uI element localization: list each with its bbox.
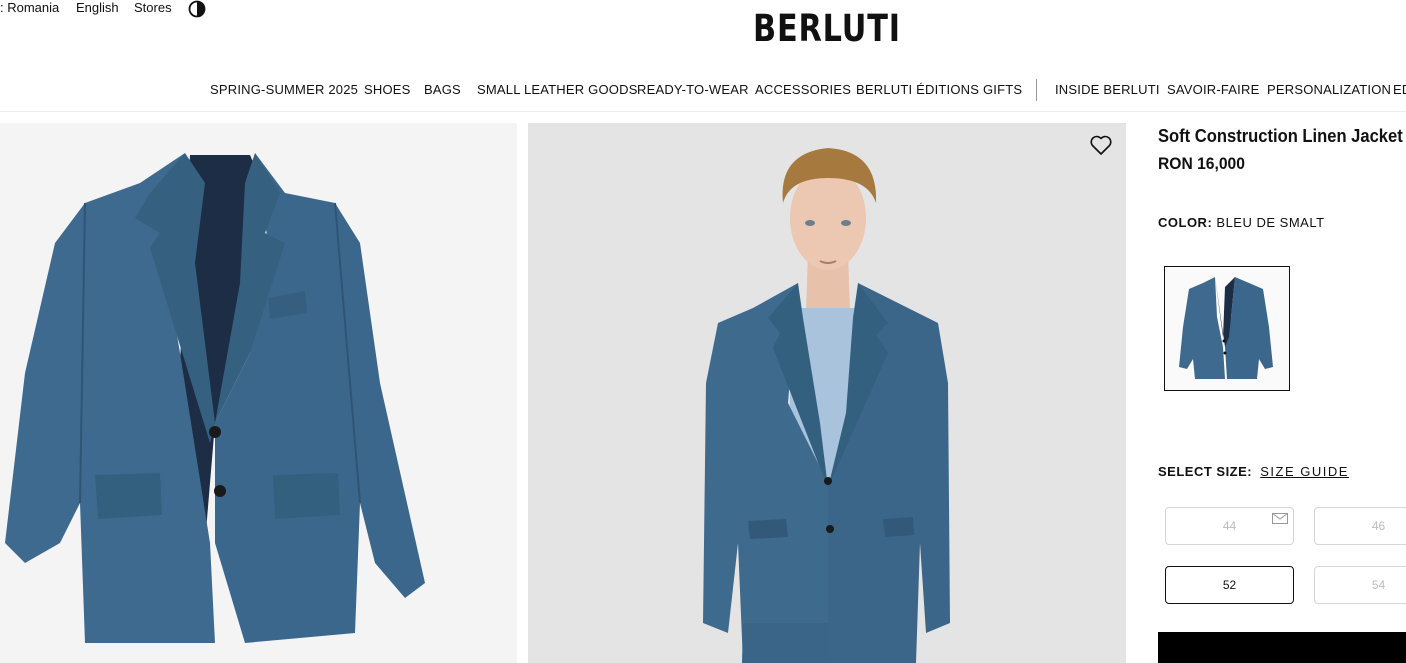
main-nav: SPRING-SUMMER 2025 SHOES BAGS SMALL LEAT… <box>0 79 1406 101</box>
product-image-model[interactable] <box>528 123 1126 663</box>
nav-item-personalization[interactable]: PERSONALIZATION <box>1267 82 1391 97</box>
nav-item-ed[interactable]: ED <box>1393 82 1406 97</box>
contrast-icon[interactable] <box>188 0 206 18</box>
size-value: 52 <box>1222 578 1237 592</box>
size-label: SELECT SIZE: <box>1158 464 1253 479</box>
country-selector[interactable]: : Romania <box>0 0 59 15</box>
size-option-46[interactable]: 46 <box>1314 507 1406 545</box>
header-divider <box>0 111 1406 112</box>
size-option-54[interactable]: 54 <box>1314 566 1406 604</box>
size-option-44[interactable]: 44 <box>1165 507 1294 545</box>
add-to-bag-button[interactable] <box>1158 632 1406 663</box>
nav-item-small-leather-goods[interactable]: SMALL LEATHER GOODS <box>477 82 638 97</box>
size-value: 44 <box>1222 519 1237 533</box>
nav-divider <box>1036 79 1037 101</box>
size-guide-link[interactable]: SIZE GUIDE <box>1260 464 1349 479</box>
product-title: Soft Construction Linen Jacket <box>1158 126 1403 146</box>
size-option-52[interactable]: 52 <box>1165 566 1294 604</box>
nav-item-savoir-faire[interactable]: SAVOIR-FAIRE <box>1167 82 1259 97</box>
size-row: SELECT SIZE: SIZE GUIDE <box>1158 464 1349 479</box>
size-value: 46 <box>1371 519 1386 533</box>
nav-item-accessories[interactable]: ACCESSORIES <box>755 82 851 97</box>
stores-link[interactable]: Stores <box>134 0 172 15</box>
product-image-flat[interactable] <box>0 123 517 663</box>
language-selector[interactable]: English <box>76 0 119 15</box>
color-value: BLEU DE SMALT <box>1216 215 1325 230</box>
mail-icon[interactable] <box>1272 513 1288 524</box>
size-value: 54 <box>1371 578 1386 592</box>
color-row: COLOR: BLEU DE SMALT <box>1158 215 1325 230</box>
nav-item-gifts[interactable]: GIFTS <box>983 82 1022 97</box>
color-label: COLOR: <box>1158 215 1213 230</box>
heart-icon[interactable] <box>1089 134 1113 156</box>
nav-item-berluti-editions[interactable]: BERLUTI ÉDITIONS <box>856 82 979 97</box>
nav-item-inside-berluti[interactable]: INSIDE BERLUTI <box>1055 82 1160 97</box>
nav-item-ready-to-wear[interactable]: READY-TO-WEAR <box>637 82 749 97</box>
product-price: RON 16,000 <box>1158 154 1245 173</box>
nav-item-bags[interactable]: BAGS <box>424 82 461 97</box>
color-swatch-bleu-de-smalt[interactable] <box>1164 266 1290 391</box>
brand-logo[interactable]: BERLUTI <box>753 7 901 50</box>
nav-item-shoes[interactable]: SHOES <box>364 82 411 97</box>
nav-item-spring-summer[interactable]: SPRING-SUMMER 2025 <box>210 82 358 97</box>
